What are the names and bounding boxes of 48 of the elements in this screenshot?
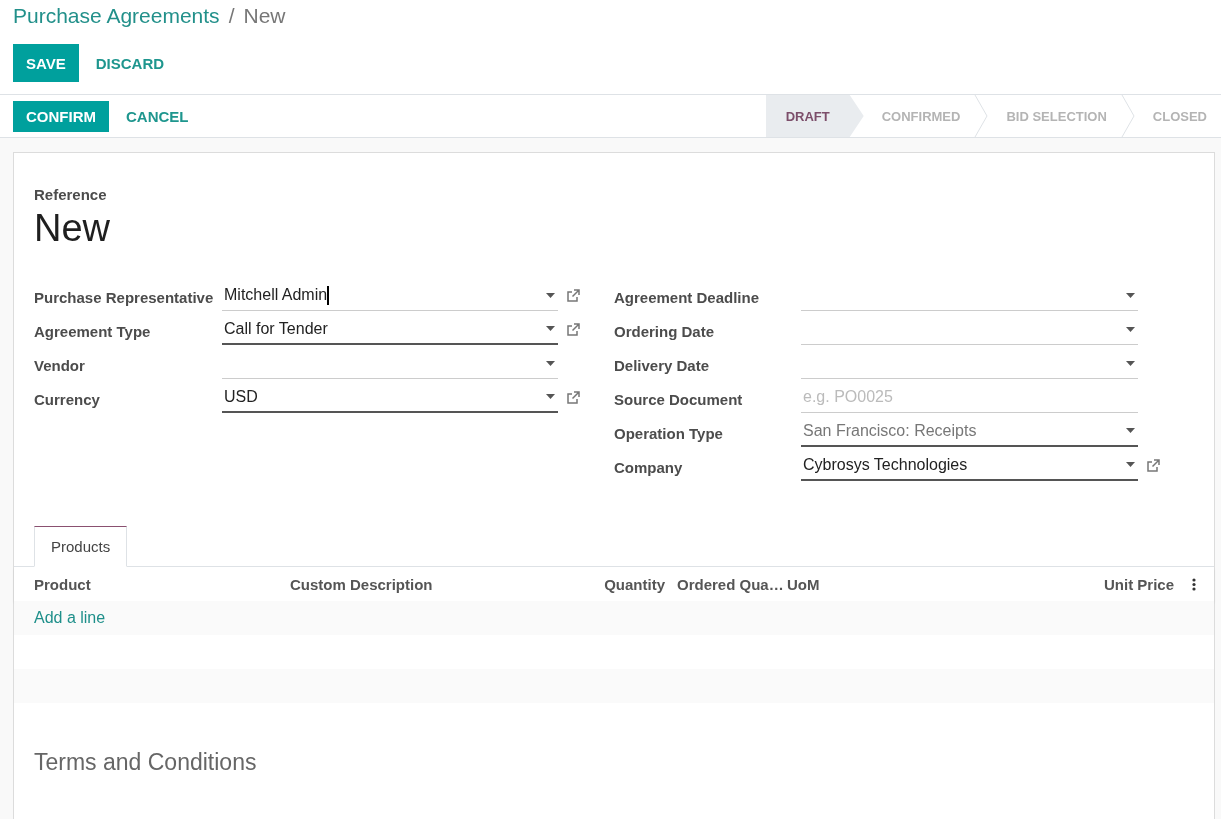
input-field[interactable]: Call for Tender — [222, 314, 558, 345]
discard-button[interactable]: DISCARD — [82, 44, 178, 82]
caret-icon — [546, 326, 555, 331]
confirm-button[interactable]: CONFIRM — [13, 100, 109, 132]
column-header[interactable]: Unit Price — [1074, 575, 1174, 593]
input-field[interactable]: Mitchell Admin — [222, 280, 558, 311]
caret-icon — [1126, 292, 1135, 298]
field-label: Currency — [34, 390, 101, 410]
reference-title: New — [34, 207, 112, 250]
external-link-icon[interactable] — [1145, 458, 1161, 473]
section-heading: Terms and Conditions — [34, 749, 258, 776]
column-header[interactable]: Ordered Qua… — [665, 575, 787, 593]
input-field[interactable]: USD — [222, 382, 558, 413]
cancel-button[interactable]: CANCEL — [113, 100, 202, 132]
field-label: Operation Type — [614, 424, 724, 444]
field-label: Agreement Type — [34, 322, 152, 342]
caret-icon — [546, 394, 555, 399]
input-field[interactable]: Cybrosys Technologies — [801, 450, 1138, 481]
notebook-tab[interactable]: Products — [34, 526, 128, 567]
external-link-icon[interactable] — [565, 390, 581, 405]
column-header[interactable]: UoM — [787, 575, 1074, 593]
save-button[interactable]: SAVE — [13, 44, 79, 82]
field-label: Ordering Date — [614, 322, 716, 342]
breadcrumb-separator: / — [228, 4, 235, 28]
caret-icon — [546, 292, 555, 298]
breadcrumb-current: New — [243, 4, 286, 28]
field-label: Vendor — [34, 356, 86, 376]
field-label: Agreement Deadline — [614, 288, 761, 308]
caret-icon — [546, 360, 555, 366]
external-link-icon[interactable] — [565, 288, 581, 303]
field-label: Purchase Representative — [34, 288, 215, 308]
caret-icon — [1126, 462, 1135, 467]
column-header[interactable]: Custom Description — [290, 575, 580, 593]
field-label: Source Document — [614, 390, 744, 410]
field-label: Delivery Date — [614, 356, 711, 376]
column-header[interactable]: Product — [34, 575, 290, 593]
status-stage[interactable]: DRAFT — [765, 95, 864, 137]
more-options-icon[interactable] — [1192, 577, 1196, 591]
field-label: Company — [614, 458, 684, 478]
column-header[interactable]: Quantity — [580, 575, 665, 593]
field-label: Reference — [34, 186, 108, 203]
caret-icon — [1126, 326, 1135, 332]
caret-icon — [1126, 360, 1135, 366]
input-field[interactable]: San Francisco: Receipts — [801, 416, 1138, 447]
breadcrumb-link[interactable]: Purchase Agreements — [13, 4, 220, 28]
external-link-icon[interactable] — [565, 322, 581, 337]
caret-icon — [1126, 428, 1135, 433]
add-line-link[interactable]: Add a line — [34, 609, 106, 627]
